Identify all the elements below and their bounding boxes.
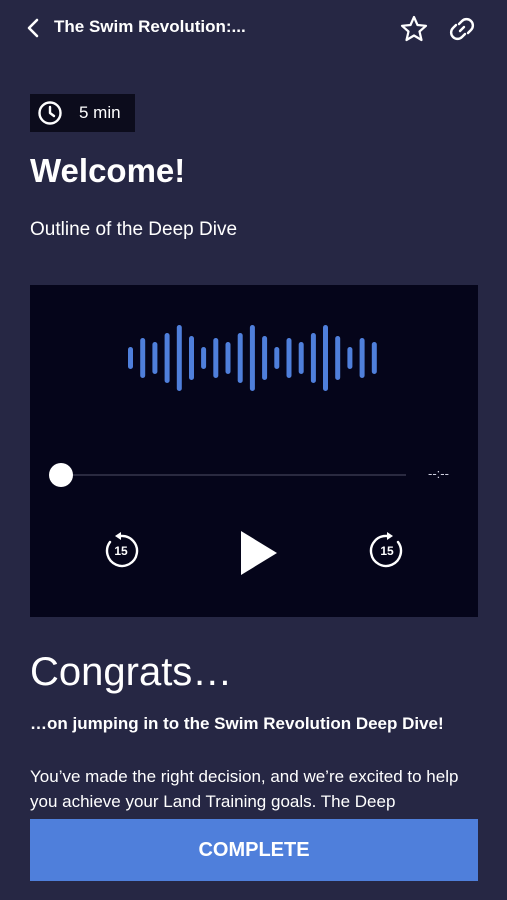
lesson-subtitle: Outline of the Deep Dive — [30, 219, 238, 240]
rewind-15-button[interactable]: 15 — [101, 531, 141, 571]
waveform-bar — [152, 342, 158, 374]
waveform-bar — [298, 342, 304, 374]
favorite-button[interactable] — [399, 14, 429, 44]
duration-text: 5 min — [79, 103, 121, 122]
share-link-button[interactable] — [447, 14, 477, 44]
play-button[interactable] — [235, 528, 281, 578]
waveform-bar — [164, 333, 170, 383]
waveform-bar — [359, 338, 365, 378]
play-icon — [241, 531, 277, 575]
waveform-bar — [323, 325, 328, 391]
top-bar: The Swim Revolution:... — [0, 0, 507, 56]
waveform-bar — [286, 338, 292, 378]
waveform-bar — [140, 338, 146, 378]
progress-handle[interactable] — [49, 463, 73, 487]
audio-player: --:-- 15 15 — [30, 285, 478, 617]
waveform-bar — [176, 325, 182, 391]
waveform-bar — [249, 325, 255, 391]
waveform-bar — [237, 333, 243, 383]
time-remaining: --:-- — [428, 466, 449, 481]
waveform-bar — [201, 347, 207, 369]
duration-badge: 5 min — [30, 94, 135, 132]
section-lead: …on jumping in to the Swim Revolution De… — [30, 714, 444, 733]
link-icon — [449, 17, 475, 41]
back-button[interactable] — [22, 16, 44, 40]
page-title: The Swim Revolution:... — [54, 17, 246, 36]
waveform-bar — [189, 336, 194, 380]
forward-15-button[interactable]: 15 — [367, 531, 407, 571]
progress-track[interactable] — [60, 474, 406, 476]
clock-icon — [38, 101, 62, 125]
waveform-bar — [225, 342, 231, 374]
section-body: You’ve made the right decision, and we’r… — [30, 767, 459, 811]
rewind-seconds: 15 — [114, 544, 128, 558]
star-icon — [400, 15, 428, 42]
waveform-bar — [335, 336, 341, 380]
section-heading: Congrats… — [30, 650, 233, 694]
forward-seconds: 15 — [380, 544, 394, 558]
waveform-bar — [310, 333, 316, 383]
chevron-left-icon — [27, 18, 39, 38]
waveform-bar — [347, 347, 353, 369]
waveform-bar — [371, 342, 377, 374]
complete-button[interactable]: COMPLETE — [30, 819, 478, 881]
waveform-graphic — [128, 325, 377, 391]
waveform-bar — [128, 347, 133, 369]
waveform-bar — [213, 338, 219, 378]
clock-icon-wrap — [30, 94, 70, 132]
waveform-bar — [262, 336, 268, 380]
waveform-bar — [274, 347, 280, 369]
lesson-title: Welcome! — [30, 152, 186, 189]
